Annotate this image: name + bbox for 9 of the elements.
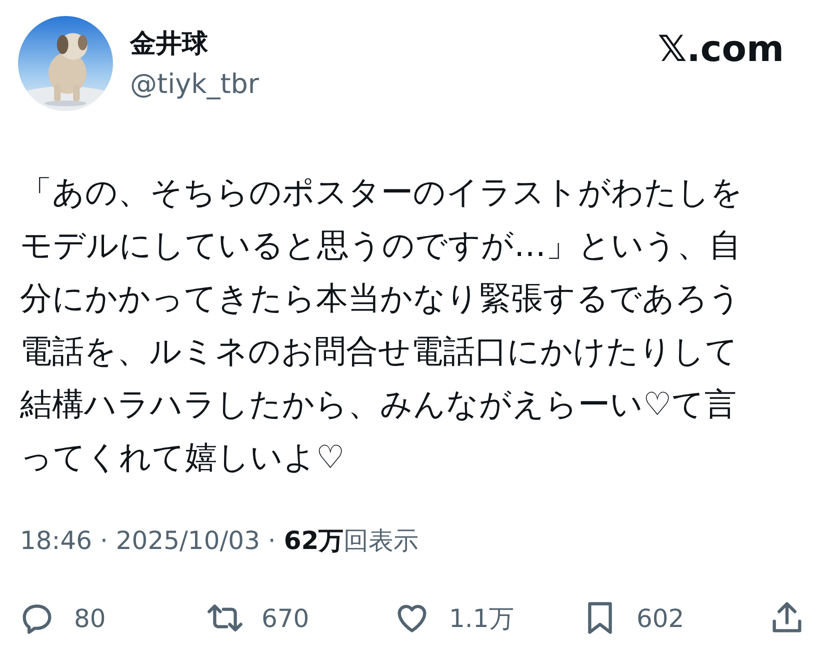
site-logo: 𝕏.com <box>658 29 784 70</box>
tweet-meta: 18:46 · 2025/10/03 · 62万回表示 <box>20 525 420 557</box>
author-name: 金井球 <box>130 28 209 61</box>
tweet-text: 「あの、そちらのポスターのイラストがわたしをモデルにしていると思うのですが…」という、自分にかかってきたら本当かなり緊張するであろう電話を、ルミネのお問合せ電話口にかけたりして結構ハラハラしたから、みんながえらーい♡て言ってくれて嬉しいよ♡ <box>20 172 744 478</box>
author-handle: @tiyk_tbr <box>130 69 260 100</box>
action-count: 1.1万 <box>449 602 514 634</box>
action-count: 80 <box>74 604 106 632</box>
action-count: 602 <box>636 604 684 632</box>
action-count: 670 <box>262 604 310 632</box>
